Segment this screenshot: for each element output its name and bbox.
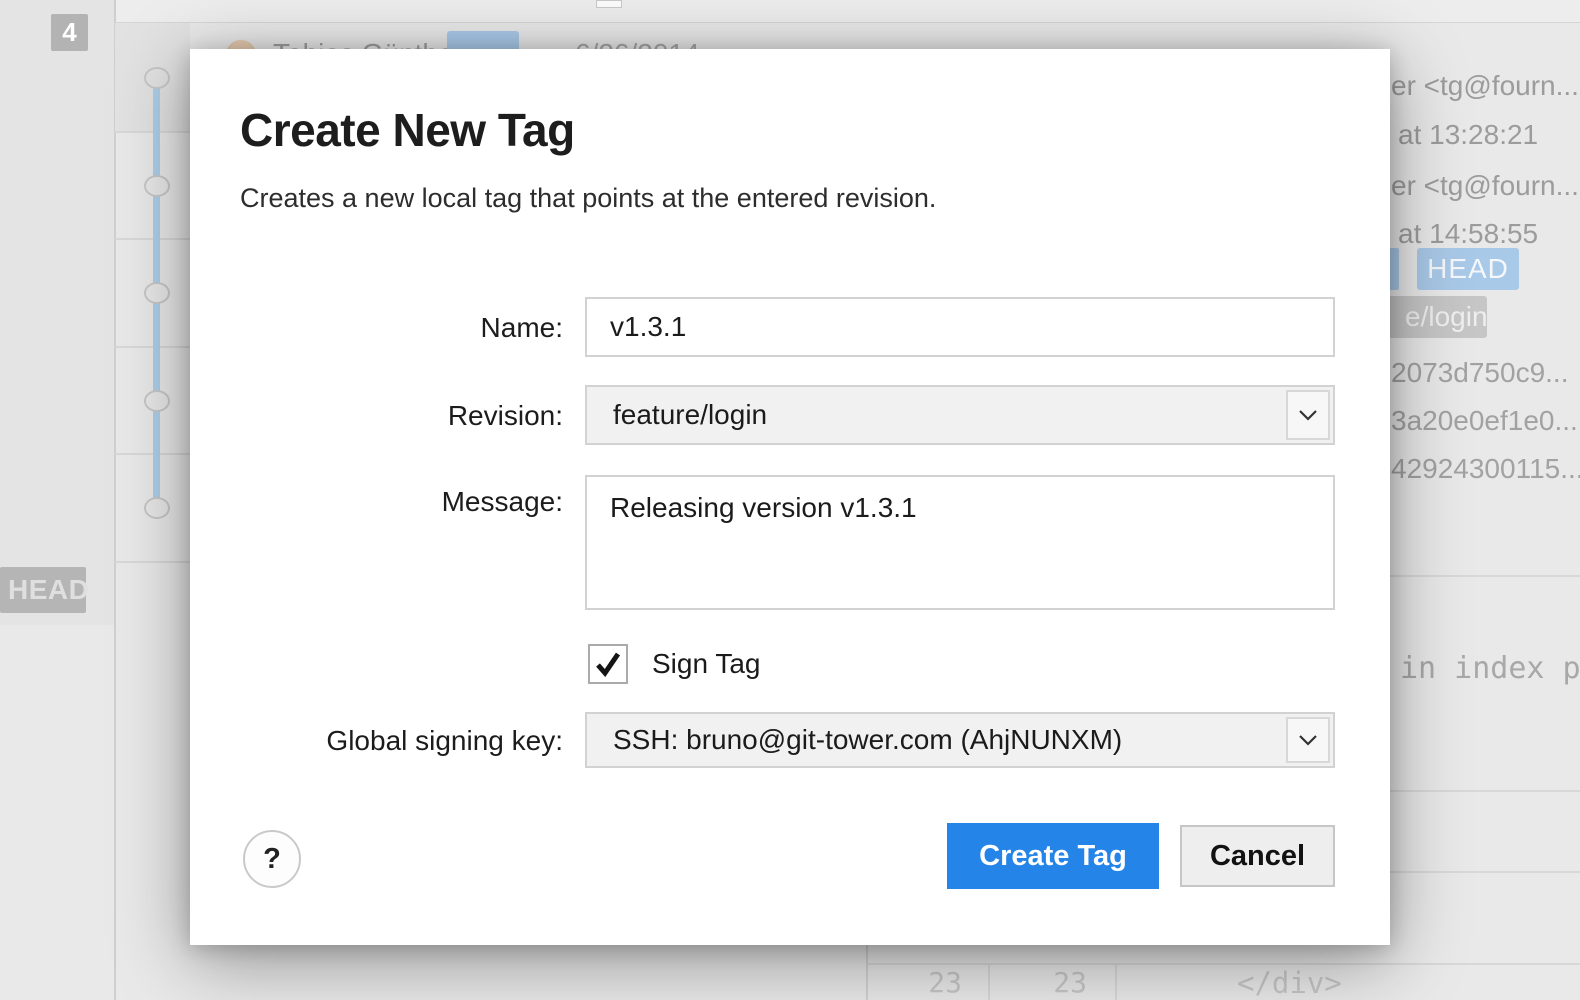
pane-divider xyxy=(1380,871,1580,873)
cancel-button[interactable]: Cancel xyxy=(1180,825,1335,887)
commit-node xyxy=(144,497,170,519)
diff-code-text: </div> xyxy=(1237,966,1342,1000)
message-label: Message: xyxy=(190,486,563,518)
name-label: Name: xyxy=(190,312,563,344)
revision-label: Revision: xyxy=(190,400,563,432)
signing-key-label: Global signing key: xyxy=(190,725,563,757)
diff-header-text: in index p xyxy=(1400,651,1580,686)
create-tag-dialog: Create New Tag Creates a new local tag t… xyxy=(190,49,1390,945)
toolbar-button-fragment xyxy=(596,0,622,8)
signing-key-selected-value: SSH: bruno@git-tower.com (AhjNUNXM) xyxy=(613,714,1122,766)
dialog-subtitle: Creates a new local tag that points at t… xyxy=(240,183,936,214)
help-button[interactable]: ? xyxy=(243,830,301,888)
commit-hash: 42924300115... xyxy=(1391,453,1580,485)
commit-detail-line: er <tg@fourn... xyxy=(1391,170,1579,202)
commit-count-badge: 4 xyxy=(51,14,88,51)
revision-selected-value: feature/login xyxy=(613,387,767,443)
name-input[interactable] xyxy=(585,297,1335,357)
branch-ref-badge: e/login xyxy=(1385,296,1487,338)
sidebar-divider xyxy=(114,0,116,1000)
background-toolbar xyxy=(115,0,1580,23)
head-ref-badge-sidebar: HEAD xyxy=(0,567,86,613)
chevron-down-icon[interactable] xyxy=(1286,717,1330,763)
checkmark-icon xyxy=(594,651,622,677)
commit-hash: 2073d750c9... xyxy=(1391,357,1569,389)
commit-node xyxy=(144,67,170,89)
sign-tag-label: Sign Tag xyxy=(652,648,760,680)
create-tag-button[interactable]: Create Tag xyxy=(947,823,1159,889)
diff-new-line-number: 23 xyxy=(988,966,1087,999)
pane-divider xyxy=(1380,790,1580,792)
commit-detail-line: at 13:28:21 xyxy=(1398,119,1538,151)
commit-node xyxy=(144,390,170,412)
revision-dropdown[interactable]: feature/login xyxy=(585,385,1335,445)
commit-detail-line: at 14:58:55 xyxy=(1398,218,1538,250)
row-divider xyxy=(115,561,190,563)
message-textarea[interactable]: Releasing version v1.3.1 xyxy=(585,475,1335,610)
commit-detail-line: er <tg@fourn... xyxy=(1391,70,1579,102)
sign-tag-checkbox[interactable] xyxy=(588,644,628,684)
commit-node xyxy=(144,175,170,197)
head-ref-badge: HEAD xyxy=(1417,248,1519,290)
sidebar-panel xyxy=(0,0,114,625)
gutter-divider xyxy=(1115,963,1117,1000)
dialog-title: Create New Tag xyxy=(240,103,575,157)
pane-divider xyxy=(1380,575,1580,577)
chevron-down-icon[interactable] xyxy=(1286,390,1330,440)
diff-row-divider xyxy=(866,963,1580,965)
app-window: 4 HEAD Tobias Günther 6/26/2014 er <tg@f… xyxy=(0,0,1580,1000)
commit-node xyxy=(144,282,170,304)
commit-hash: 3a20e0ef1e0... xyxy=(1391,405,1578,437)
signing-key-dropdown[interactable]: SSH: bruno@git-tower.com (AhjNUNXM) xyxy=(585,712,1335,768)
diff-old-line-number: 23 xyxy=(866,966,962,999)
